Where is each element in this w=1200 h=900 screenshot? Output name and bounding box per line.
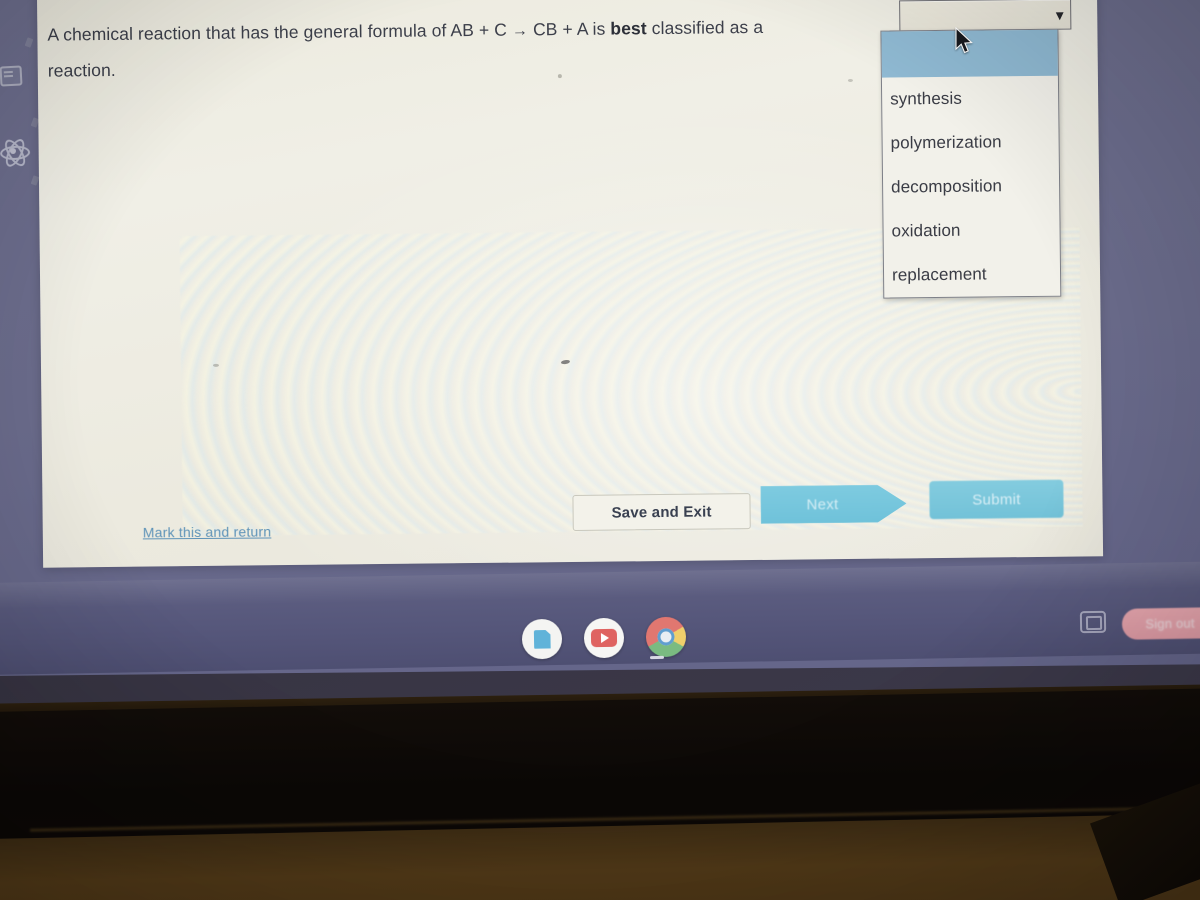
question-segment-1: A chemical reaction that has the general… bbox=[47, 19, 513, 45]
question-segment-2: CB + A is bbox=[527, 18, 611, 40]
next-button[interactable]: Next bbox=[760, 484, 906, 524]
question-text: A chemical reaction that has the general… bbox=[47, 8, 928, 88]
reaction-arrow-icon: → bbox=[511, 22, 529, 40]
question-segment-3: classified as a bbox=[646, 16, 764, 39]
reaction-type-select[interactable]: ▾ bbox=[899, 0, 1072, 32]
dropdown-option-replacement[interactable]: replacement bbox=[884, 252, 1060, 298]
dropdown-option-synthesis[interactable]: synthesis bbox=[882, 76, 1058, 122]
screen-dust-speck bbox=[557, 74, 562, 79]
screen-dust-speck bbox=[212, 363, 220, 367]
sign-out-button[interactable]: Sign out bbox=[1121, 607, 1200, 640]
atom-icon bbox=[0, 135, 31, 170]
submit-button[interactable]: Submit bbox=[929, 479, 1064, 520]
chrome-icon[interactable] bbox=[645, 616, 687, 658]
shelf-icon-group bbox=[521, 616, 687, 660]
save-and-exit-button[interactable]: Save and Exit bbox=[572, 493, 751, 531]
question-line-2: reaction. bbox=[47, 59, 116, 81]
dropdown-option-decomposition[interactable]: decomposition bbox=[883, 164, 1059, 210]
quiz-page: A chemical reaction that has the general… bbox=[36, 0, 1104, 568]
active-app-indicator bbox=[649, 655, 665, 660]
chrome-center bbox=[657, 628, 675, 646]
screenshot-root: A chemical reaction that has the general… bbox=[0, 0, 1200, 900]
files-icon[interactable] bbox=[521, 618, 563, 660]
screen-dust-speck bbox=[847, 78, 853, 82]
mouse-pointer-icon bbox=[955, 27, 973, 54]
id-card-icon bbox=[0, 65, 23, 87]
dropdown-option-polymerization[interactable]: polymerization bbox=[882, 120, 1058, 166]
youtube-icon[interactable] bbox=[583, 617, 625, 659]
reaction-type-dropdown-list[interactable]: synthesis polymerization decomposition o… bbox=[880, 28, 1062, 299]
chevron-down-icon[interactable]: ▾ bbox=[1056, 6, 1063, 22]
youtube-glyph bbox=[590, 628, 618, 648]
dropdown-option-oxidation[interactable]: oxidation bbox=[883, 208, 1059, 254]
mark-this-and-return-link[interactable]: Mark this and return bbox=[143, 523, 272, 540]
question-emphasis: best bbox=[610, 18, 647, 39]
cast-inner bbox=[1085, 615, 1103, 631]
play-triangle-icon bbox=[600, 632, 610, 644]
files-glyph bbox=[533, 629, 550, 648]
screen-dust-speck bbox=[560, 359, 571, 365]
cast-screen-icon[interactable] bbox=[1079, 610, 1107, 634]
